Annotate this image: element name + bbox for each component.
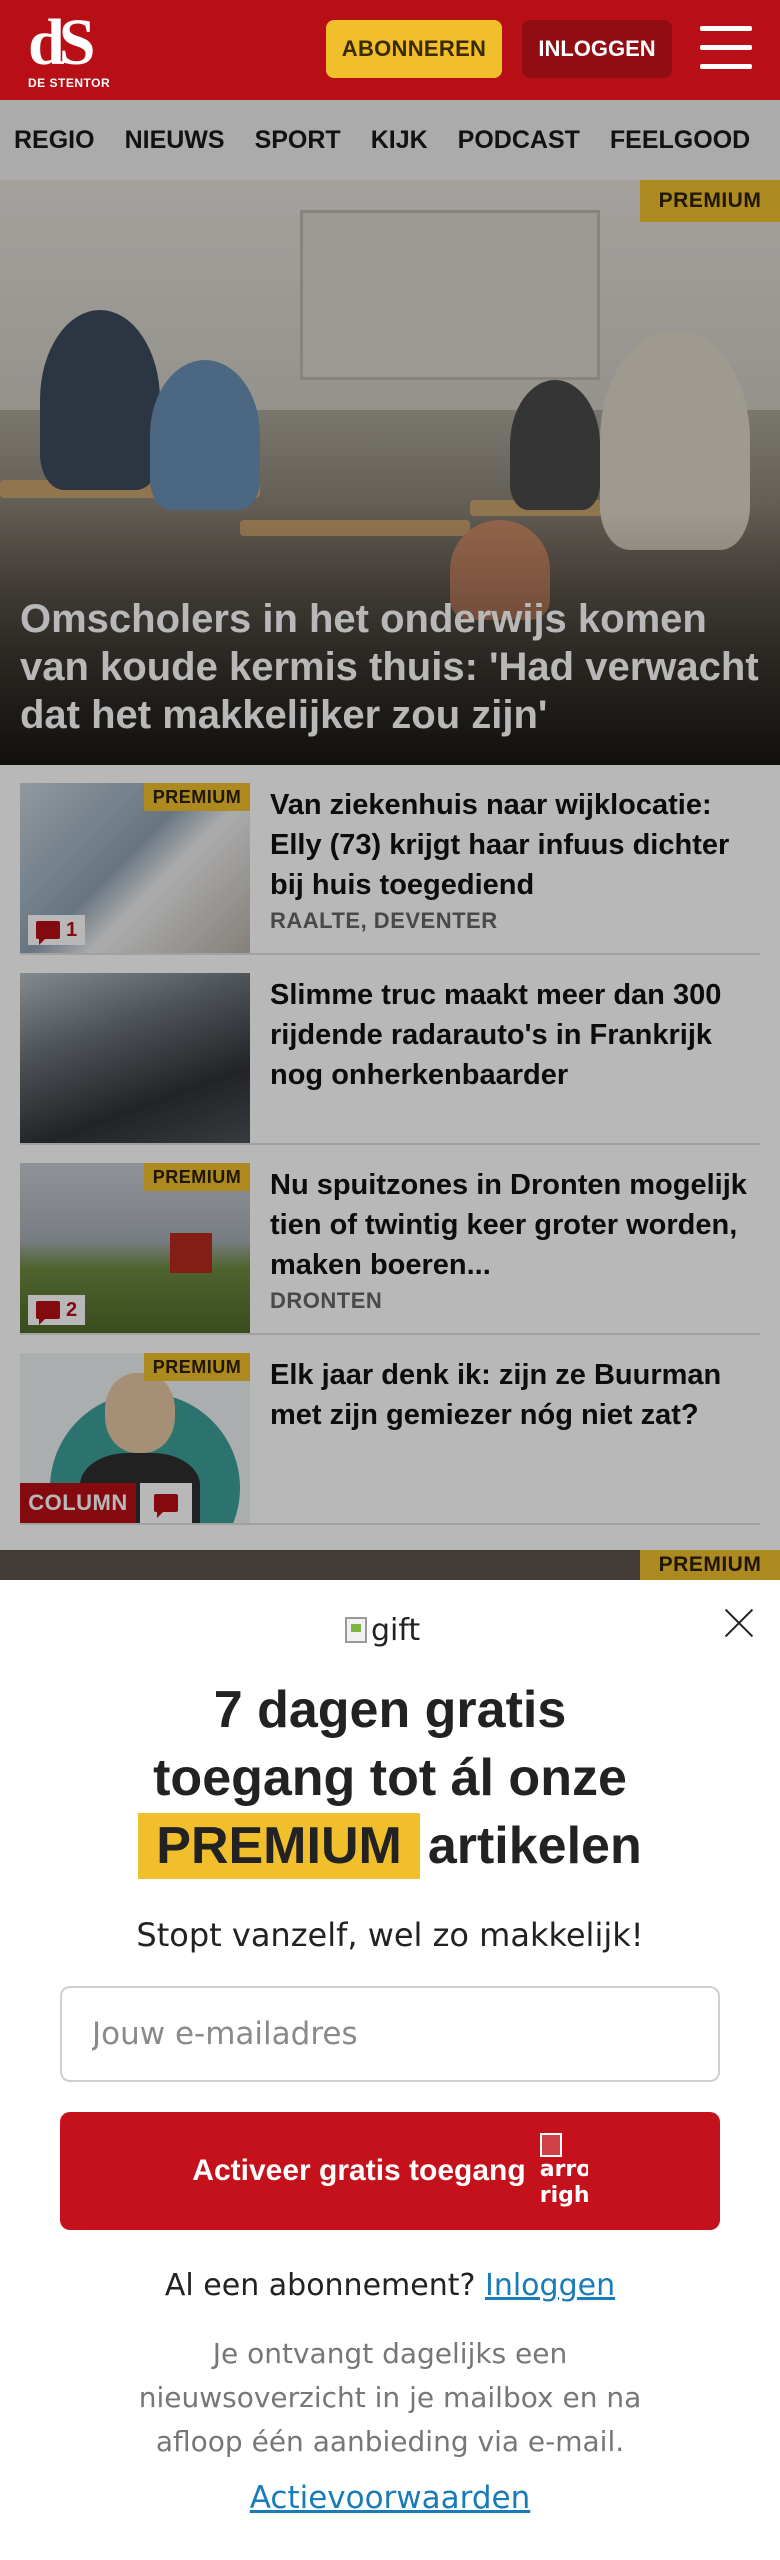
gift-icon: gift xyxy=(345,1610,420,1650)
modal-title: 7 dagen gratis toegang tot ál onze PREMI… xyxy=(60,1676,720,1880)
modal-subtitle: Stopt vanzelf, wel zo makkelijk! xyxy=(136,1916,644,1954)
terms-link[interactable]: Actievoorwaarden xyxy=(60,2480,720,2516)
close-icon[interactable] xyxy=(722,1606,756,1640)
logo-mark: dS xyxy=(28,6,95,79)
logo[interactable]: dS DE STENTOR xyxy=(28,6,114,92)
activate-trial-button[interactable]: Activeer gratis toegang arro righ xyxy=(60,2112,720,2230)
login-link[interactable]: Inloggen xyxy=(485,2268,615,2303)
logo-subtitle: DE STENTOR xyxy=(28,76,111,90)
existing-subscription-prompt: Al een abonnement? Inloggen xyxy=(164,2268,616,2303)
site-header: dS DE STENTOR ABONNEREN INLOGGEN xyxy=(0,0,780,100)
subscribe-button[interactable]: ABONNEREN xyxy=(326,20,502,78)
modal-backdrop[interactable] xyxy=(0,100,780,1580)
arrow-right-icon: arro righ xyxy=(539,2121,588,2221)
trial-modal: gift 7 dagen gratis toegang tot ál onze … xyxy=(0,1580,780,2560)
email-field[interactable] xyxy=(60,1986,720,2082)
disclaimer-text: Je ontvangt dagelijks een nieuwsoverzich… xyxy=(138,2337,642,2458)
login-button[interactable]: INLOGGEN xyxy=(522,20,672,78)
premium-highlight: PREMIUM xyxy=(138,1813,420,1879)
menu-icon[interactable] xyxy=(700,26,752,72)
